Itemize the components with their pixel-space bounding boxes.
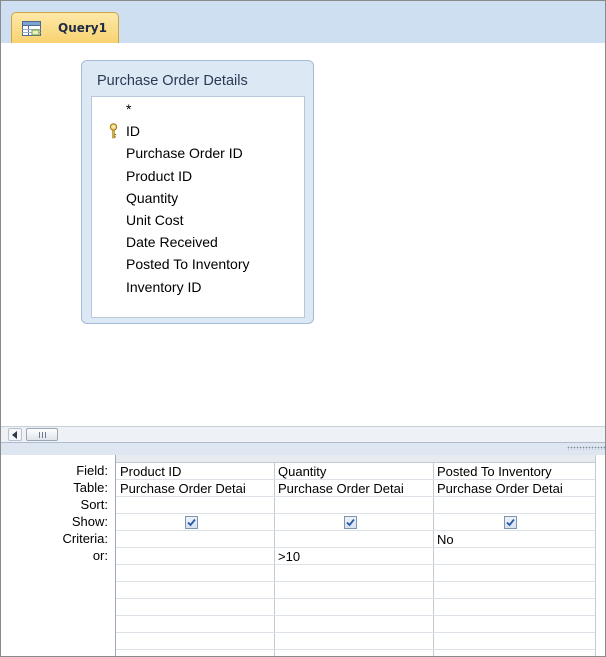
field-list-item[interactable]: Purchase Order ID (92, 142, 304, 164)
grid-cell-table[interactable]: Purchase Order Detai (433, 480, 595, 497)
tab-label: Query1 (58, 21, 107, 35)
grid-cell-empty[interactable] (116, 565, 274, 582)
field-name: Product ID (126, 167, 193, 184)
show-checkbox-cell[interactable] (433, 514, 595, 531)
grid-column[interactable]: Product ID Purchase Order Detai (116, 455, 275, 656)
query-design-window: Query1 Purchase Order Details * ID Purchas… (0, 0, 606, 657)
grid-row-label: Show: (71, 514, 108, 529)
pane-splitter[interactable] (1, 442, 605, 456)
field-list-item[interactable]: Date Received (92, 231, 304, 253)
field-list[interactable]: * ID Purchase Order ID Product ID Quantity Un… (91, 96, 305, 318)
grid-row-label: Table: (73, 480, 108, 495)
field-name: Date Received (126, 234, 218, 251)
grid-cell-empty[interactable] (433, 582, 595, 599)
grid-cell-sort[interactable] (433, 497, 595, 514)
show-checkbox[interactable] (185, 516, 198, 529)
grid-cell-empty[interactable] (116, 633, 274, 650)
grid-cell-empty[interactable] (274, 633, 433, 650)
show-checkbox-cell[interactable] (116, 514, 274, 531)
grid-column[interactable]: Quantity Purchase Order Detai >10 (274, 455, 434, 656)
table-title: Purchase Order Details (97, 73, 248, 89)
document-tab-strip: Query1 (1, 1, 605, 44)
checkmark-icon (346, 518, 355, 527)
table-design-pane[interactable]: Purchase Order Details * ID Purchase Order… (1, 43, 605, 423)
field-list-item[interactable]: Product ID (92, 165, 304, 187)
field-list-item[interactable]: Quantity (92, 187, 304, 209)
grid-cell-empty[interactable] (433, 599, 595, 616)
grid-cell-or[interactable] (433, 548, 595, 565)
horizontal-scrollbar[interactable] (1, 426, 605, 442)
field-name: Quantity (126, 189, 179, 206)
checkmark-icon (187, 518, 196, 527)
grid-cell-empty[interactable] (116, 650, 274, 656)
grid-cell-empty[interactable] (116, 599, 274, 616)
show-checkbox[interactable] (344, 516, 357, 529)
field-list-item[interactable]: Posted To Inventory (92, 253, 304, 275)
column-selector[interactable] (433, 455, 595, 463)
field-name: Inventory ID (126, 278, 202, 295)
checkmark-icon (506, 518, 515, 527)
grid-cell-empty[interactable] (116, 582, 274, 599)
grid-cell-empty[interactable] (274, 565, 433, 582)
splitter-grip[interactable] (567, 446, 605, 450)
grid-cell-sort[interactable] (274, 497, 433, 514)
column-selector[interactable] (274, 455, 433, 463)
table-field-list-window[interactable]: Purchase Order Details * ID Purchase Order… (81, 60, 314, 324)
grid-cell-empty[interactable] (433, 633, 595, 650)
field-name: * (126, 101, 132, 117)
grid-cell-criteria[interactable] (116, 531, 274, 548)
grid-row-label: Field: (76, 463, 108, 478)
grid-cell-empty[interactable] (274, 582, 433, 599)
grid-cell-empty[interactable] (274, 599, 433, 616)
grid-cell-field[interactable]: Posted To Inventory (433, 463, 595, 480)
primary-key-icon (109, 123, 118, 139)
scroll-left-button[interactable] (8, 428, 22, 441)
grid-cell-empty[interactable] (433, 650, 595, 656)
field-list-item[interactable]: ID (92, 120, 304, 142)
field-name: Purchase Order ID (126, 145, 243, 162)
grid-row-labels: Field: Table: Sort: Show: Criteria: or: (1, 455, 116, 656)
grid-cell-criteria[interactable]: No (433, 531, 595, 548)
grid-cell-empty[interactable] (274, 616, 433, 633)
field-list-item[interactable]: Unit Cost (92, 209, 304, 231)
field-name: Unit Cost (126, 212, 184, 228)
arrow-left-icon (12, 431, 17, 439)
field-list-item[interactable]: * (92, 98, 304, 120)
grid-cell-or[interactable] (116, 548, 274, 565)
grid-cell-sort[interactable] (116, 497, 274, 514)
grid-row-label: or: (92, 548, 108, 563)
grid-cell-criteria[interactable] (274, 531, 433, 548)
field-name: Posted To Inventory (126, 256, 250, 273)
scroll-thumb[interactable] (26, 428, 58, 441)
query-design-grid: Field: Table: Sort: Show: Criteria: or: Produ… (1, 455, 605, 656)
grid-cell-or[interactable]: >10 (274, 548, 433, 565)
field-name: ID (126, 123, 140, 140)
grid-cell-field[interactable]: Quantity (274, 463, 433, 480)
grid-row-label: Sort: (80, 497, 108, 512)
grid-column[interactable]: Posted To Inventory Purchase Order Detai N… (433, 455, 596, 656)
show-checkbox[interactable] (504, 516, 517, 529)
query-design-icon (22, 21, 41, 36)
grid-cell-field[interactable]: Product ID (116, 463, 274, 480)
column-selector[interactable] (116, 455, 274, 463)
grid-cell-empty[interactable] (274, 650, 433, 656)
grid-cell-empty[interactable] (116, 616, 274, 633)
grid-cell-table[interactable]: Purchase Order Detai (116, 480, 274, 497)
tab-query1[interactable]: Query1 (11, 12, 119, 43)
field-list-item[interactable]: Inventory ID (92, 276, 304, 298)
grid-cell-empty[interactable] (433, 616, 595, 633)
grid-cell-table[interactable]: Purchase Order Detai (274, 480, 433, 497)
show-checkbox-cell[interactable] (274, 514, 433, 531)
grid-cell-empty[interactable] (433, 565, 595, 582)
grid-row-label: Criteria: (62, 531, 108, 546)
